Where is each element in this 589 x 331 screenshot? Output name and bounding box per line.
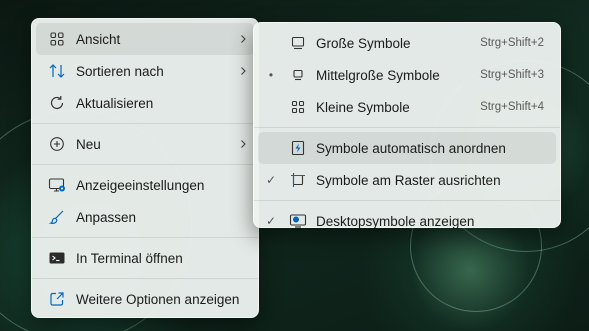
menu-item-terminal[interactable]: In Terminal öffnen [36,242,254,274]
desktop-icons-icon [280,205,316,237]
menu-item-label: Anpassen [76,209,137,225]
menu-item-label: Aktualisieren [76,95,154,111]
submenu-item-label: Mittelgroße Symbole [316,67,440,83]
sort-arrows-icon [38,55,76,87]
submenu-item-auto-arrange[interactable]: Symbole automatisch anordnen [258,132,556,164]
keyboard-shortcut: Strg+Shift+4 [480,101,544,113]
menu-separator [32,123,258,124]
menu-separator [254,200,560,201]
menu-item-label: Ansicht [76,31,121,47]
desktop-background[interactable]: Ansicht Sortieren nach Aktualisieren Neu… [0,0,589,331]
view-submenu: Große Symbole Strg+Shift+2 • Mittelgroße… [253,22,561,229]
monitor-large-icon [280,27,316,59]
grid-small-icon [280,91,316,123]
menu-separator [32,278,258,279]
submenu-item-align-grid[interactable]: ✓ Symbole am Raster ausrichten [258,164,556,196]
keyboard-shortcut: Strg+Shift+2 [480,37,544,49]
menu-item-label: In Terminal öffnen [76,250,183,266]
menu-separator [32,164,258,165]
grid-view-icon [38,23,76,55]
menu-item-anpassen[interactable]: Anpassen [36,201,254,233]
menu-item-ansicht[interactable]: Ansicht [36,23,254,55]
chevron-right-icon [232,139,254,149]
display-settings-icon [38,169,76,201]
desktop-context-menu: Ansicht Sortieren nach Aktualisieren Neu… [31,18,259,318]
terminal-icon [38,242,76,274]
plus-circle-icon [38,128,76,160]
submenu-item-small-icons[interactable]: Kleine Symbole Strg+Shift+4 [258,91,556,123]
submenu-item-label: Desktopsymbole anzeigen [316,213,475,229]
chevron-right-icon [232,66,254,76]
submenu-item-label: Große Symbole [316,35,411,51]
refresh-icon [38,87,76,119]
menu-separator [254,127,560,128]
submenu-item-label: Symbole automatisch anordnen [316,140,506,156]
menu-item-aktualisieren[interactable]: Aktualisieren [36,87,254,119]
submenu-item-show-desktop-icons[interactable]: ✓ Desktopsymbole anzeigen [258,205,556,237]
menu-separator [32,237,258,238]
menu-item-label: Neu [76,136,101,152]
menu-item-anzeigeeinstellungen[interactable]: Anzeigeeinstellungen [36,169,254,201]
menu-item-label: Weitere Optionen anzeigen [76,291,240,307]
menu-item-sortieren[interactable]: Sortieren nach [36,55,254,87]
keyboard-shortcut: Strg+Shift+3 [480,69,544,81]
submenu-item-large-icons[interactable]: Große Symbole Strg+Shift+2 [258,27,556,59]
menu-item-weitere-optionen[interactable]: Weitere Optionen anzeigen [36,283,254,315]
brush-icon [38,201,76,233]
submenu-item-label: Symbole am Raster ausrichten [316,172,501,188]
auto-arrange-icon [280,132,316,164]
open-external-icon [38,283,76,315]
monitor-medium-icon [280,59,316,91]
menu-item-label: Sortieren nach [76,63,164,79]
submenu-item-medium-icons[interactable]: • Mittelgroße Symbole Strg+Shift+3 [258,59,556,91]
submenu-item-label: Kleine Symbole [316,99,410,115]
menu-item-label: Anzeigeeinstellungen [76,177,205,193]
menu-item-neu[interactable]: Neu [36,128,254,160]
chevron-right-icon [232,34,254,44]
align-grid-icon [280,164,316,196]
